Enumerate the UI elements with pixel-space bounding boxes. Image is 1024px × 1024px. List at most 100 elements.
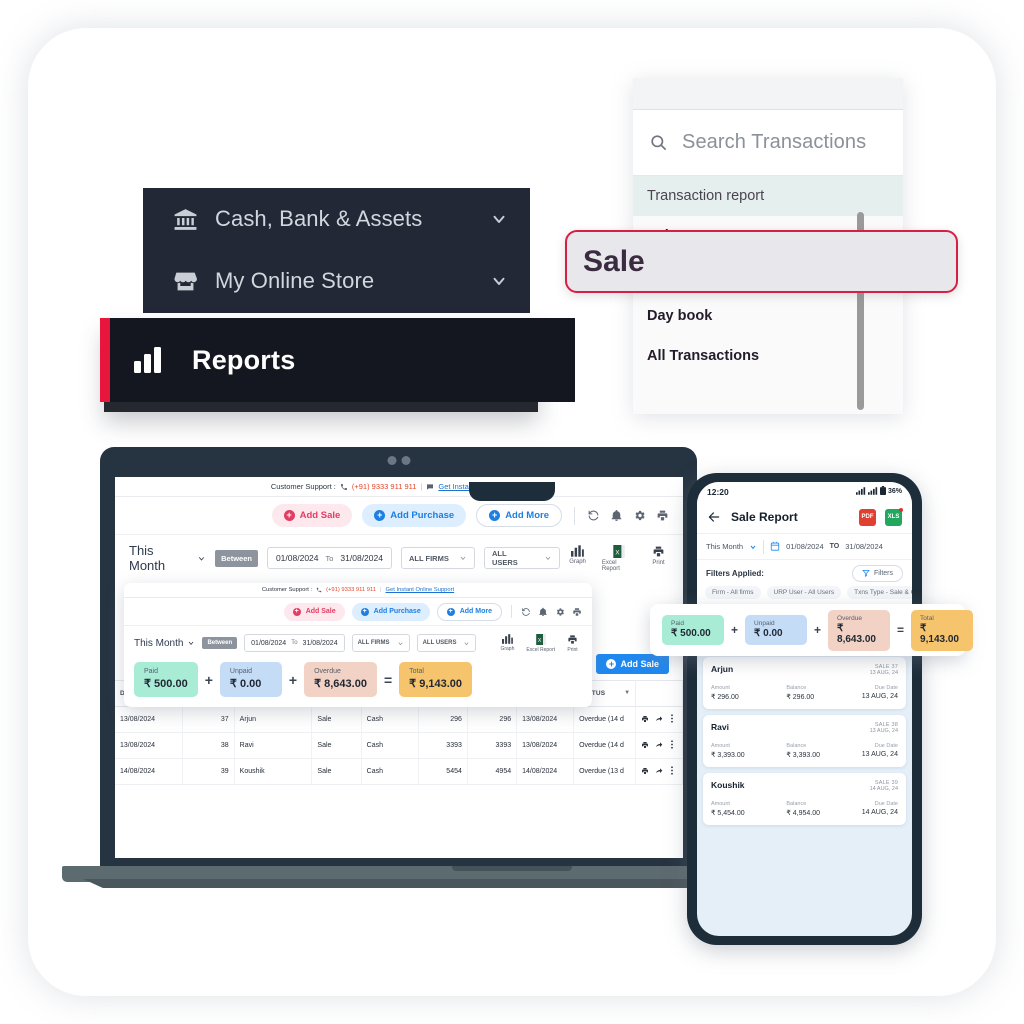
gear-icon[interactable] bbox=[633, 509, 646, 522]
between-toggle[interactable]: Between bbox=[202, 637, 238, 649]
excel-export-button[interactable]: XLS bbox=[885, 507, 903, 526]
plus-icon: + bbox=[374, 510, 386, 521]
svg-text:X: X bbox=[537, 637, 541, 643]
balance-value: ₹ 3,393.00 bbox=[786, 752, 821, 759]
printer-icon[interactable] bbox=[656, 509, 669, 522]
battery-icon bbox=[879, 486, 886, 497]
printer-icon[interactable] bbox=[641, 741, 649, 751]
nav-item-label: My Online Store bbox=[215, 268, 375, 293]
filters-button[interactable]: Filters bbox=[851, 564, 903, 582]
date-to[interactable]: 31/08/2024 bbox=[845, 542, 883, 551]
xls-label: XLS bbox=[887, 514, 900, 520]
share-icon[interactable] bbox=[655, 741, 663, 751]
gear-icon[interactable] bbox=[555, 607, 565, 617]
date-from[interactable]: 01/08/2024 bbox=[786, 542, 824, 551]
add-sale-button[interactable]: + Add Sale bbox=[283, 602, 345, 621]
cell-payment: Cash bbox=[361, 732, 419, 759]
sync-icon[interactable] bbox=[521, 607, 531, 617]
chevron-down-icon bbox=[460, 556, 466, 560]
tool-print[interactable]: Print bbox=[567, 634, 578, 653]
operator-equals: = bbox=[897, 623, 905, 637]
reports-nav-item[interactable]: Reports bbox=[110, 318, 575, 402]
desktop-summary-row: Paid ₹ 500.00 + Unpaid ₹ 0.00 + Overdue … bbox=[124, 660, 592, 705]
date-from: 01/08/2024 bbox=[251, 639, 287, 647]
add-more-label: Add More bbox=[459, 608, 492, 615]
add-purchase-button[interactable]: + Add Purchase bbox=[362, 504, 467, 527]
period-dropdown[interactable]: This Month bbox=[129, 543, 206, 573]
table-row[interactable]: 13/08/2024 37 Arjun Sale Cash 296 296 13… bbox=[115, 706, 683, 733]
nav-item-cash-bank-assets[interactable]: Cash, Bank & Assets bbox=[143, 188, 530, 250]
table-add-sale-button[interactable]: + Add Sale bbox=[596, 654, 669, 674]
list-item[interactable]: Ravi SALE 38 13 AUG, 24 Amount ₹ 3,393.0… bbox=[703, 715, 906, 767]
tool-graph[interactable]: Graph bbox=[569, 544, 586, 572]
list-item[interactable]: Arjun SALE 37 13 AUG, 24 Amount ₹ 296.00… bbox=[703, 657, 906, 709]
more-icon[interactable] bbox=[669, 714, 675, 725]
chip-firm[interactable]: Firm - All firms bbox=[705, 586, 761, 599]
chevron-down-icon[interactable] bbox=[490, 272, 508, 290]
more-icon[interactable] bbox=[669, 766, 675, 777]
users-label: ALL USERS bbox=[491, 549, 518, 567]
users-select[interactable]: ALL USERS bbox=[416, 634, 476, 652]
phone-transaction-list: Arjun SALE 37 13 AUG, 24 Amount ₹ 296.00… bbox=[697, 651, 912, 831]
sale-highlight-callout[interactable]: Sale bbox=[565, 230, 958, 293]
top-action-bar: + Add Sale + Add Purchase + Add More bbox=[124, 598, 592, 626]
phone-header: Sale Report PDF XLS bbox=[697, 501, 912, 534]
amount-label: Amount bbox=[711, 685, 730, 691]
calendar-icon[interactable] bbox=[770, 541, 780, 553]
printer-icon[interactable] bbox=[641, 715, 649, 725]
top-action-bar: + Add Sale + Add Purchase + Add More bbox=[115, 497, 683, 535]
share-icon[interactable] bbox=[655, 767, 663, 777]
menu-item-transaction-report[interactable]: Transaction report bbox=[633, 176, 903, 216]
cell-due-date: 14/08/2024 bbox=[516, 758, 575, 785]
printer-icon[interactable] bbox=[572, 607, 582, 617]
support-phone[interactable]: (+91) 9333 911 911 bbox=[352, 482, 417, 491]
back-arrow-icon[interactable] bbox=[707, 510, 721, 524]
summary-value: ₹ 500.00 bbox=[671, 628, 711, 639]
sync-icon[interactable] bbox=[587, 509, 600, 522]
tool-excel-report[interactable]: X Excel Report bbox=[526, 633, 555, 653]
table-row[interactable]: 13/08/2024 38 Ravi Sale Cash 3393 3393 1… bbox=[115, 732, 683, 759]
add-sale-button[interactable]: + Add Sale bbox=[271, 504, 353, 527]
support-phone[interactable]: (+91) 9333 911 911 bbox=[326, 587, 376, 593]
chip-urp-user[interactable]: URP User - All Users bbox=[766, 586, 842, 599]
balance-cell: Balance ₹ 3,393.00 bbox=[786, 743, 820, 759]
date-range-input[interactable]: 01/08/2024 To 31/08/2024 bbox=[244, 634, 345, 652]
tool-print[interactable]: Print bbox=[652, 545, 665, 572]
pdf-label: PDF bbox=[861, 514, 874, 520]
firms-select[interactable]: ALL FIRMS bbox=[400, 547, 475, 569]
filter-icon[interactable]: ▼ bbox=[624, 690, 630, 696]
more-icon[interactable] bbox=[669, 740, 675, 751]
chevron-down-icon bbox=[463, 641, 469, 645]
period-dropdown[interactable]: This Month bbox=[134, 638, 195, 649]
firms-select[interactable]: ALL FIRMS bbox=[351, 634, 410, 652]
support-link[interactable]: Get Instant Online Support bbox=[386, 587, 455, 593]
share-icon[interactable] bbox=[655, 715, 663, 725]
search-transactions-row[interactable]: Search Transactions bbox=[633, 110, 903, 176]
chevron-down-icon[interactable] bbox=[490, 210, 508, 228]
nav-item-my-online-store[interactable]: My Online Store bbox=[143, 250, 530, 312]
tool-excel-report[interactable]: X Excel Report bbox=[602, 544, 636, 572]
bell-icon[interactable] bbox=[538, 607, 548, 617]
tool-graph[interactable]: Graph bbox=[500, 633, 514, 653]
summary-value: ₹ 9,143.00 bbox=[920, 622, 959, 645]
report-menu-list: Transaction report Sale Purchase Day boo… bbox=[633, 176, 903, 414]
add-purchase-button[interactable]: + Add Purchase bbox=[351, 602, 430, 621]
chip-txns-type[interactable]: Txns Type - Sale & Cr bbox=[847, 586, 912, 599]
table-row[interactable]: 14/08/2024 39 Koushik Sale Cash 5454 495… bbox=[115, 758, 683, 785]
between-toggle[interactable]: Between bbox=[215, 549, 258, 567]
balance-label: Balance bbox=[786, 801, 807, 807]
pdf-export-button[interactable]: PDF bbox=[859, 508, 876, 526]
phone-page-title: Sale Report bbox=[731, 510, 798, 524]
bell-icon[interactable] bbox=[610, 509, 623, 522]
add-more-label: Add More bbox=[505, 510, 549, 521]
balance-value: ₹ 296.00 bbox=[786, 694, 815, 701]
users-select[interactable]: ALL USERS bbox=[483, 547, 561, 569]
invoice-date: 14 AUG, 24 bbox=[869, 786, 898, 792]
printer-icon[interactable] bbox=[641, 767, 649, 777]
period-label[interactable]: This Month bbox=[706, 542, 743, 551]
add-more-button[interactable]: + Add More bbox=[476, 504, 562, 527]
list-item[interactable]: Koushik SALE 39 14 AUG, 24 Amount ₹ 5,45… bbox=[703, 773, 906, 825]
date-range-input[interactable]: 01/08/2024 To 31/08/2024 bbox=[266, 547, 392, 569]
add-more-button[interactable]: + Add More bbox=[436, 602, 502, 621]
chevron-down-icon[interactable] bbox=[749, 543, 757, 551]
